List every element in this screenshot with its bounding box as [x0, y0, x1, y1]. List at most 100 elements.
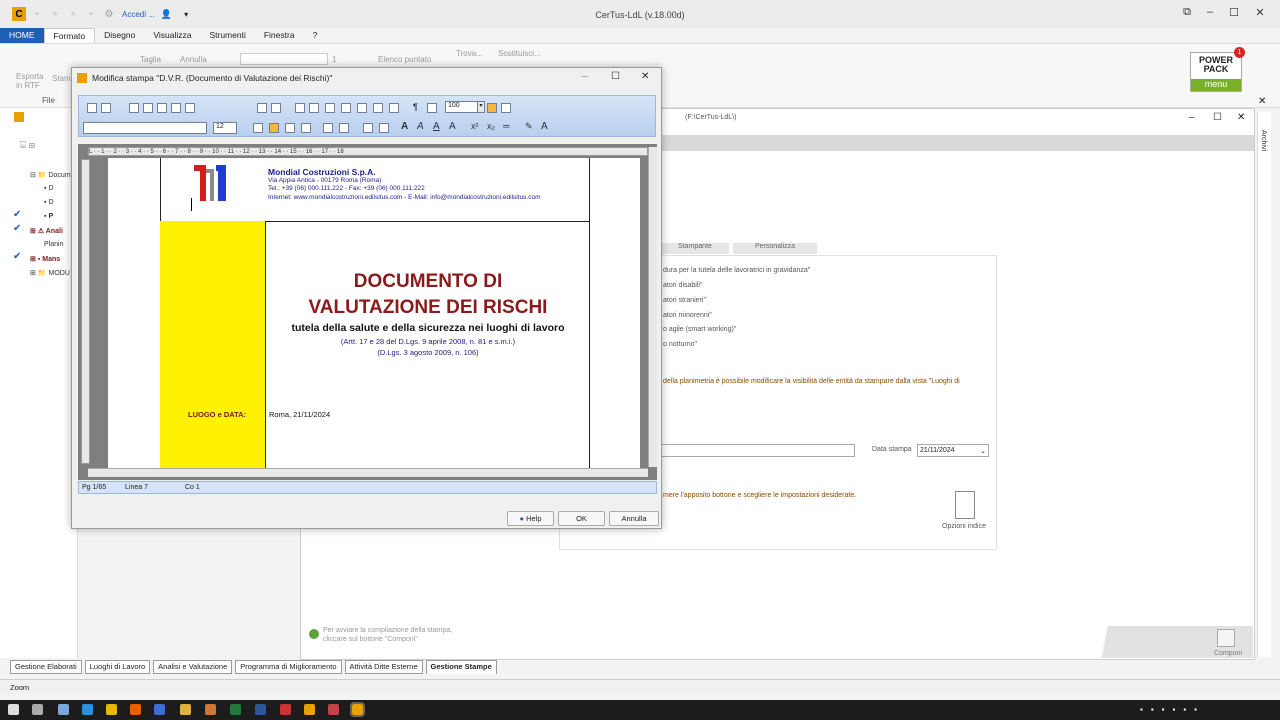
excel-icon[interactable]	[230, 704, 241, 715]
componi-button-label[interactable]: Componi	[1214, 650, 1242, 657]
power-pack-button[interactable]: POWER PACK menu 1	[1190, 47, 1245, 92]
horizontal-scrollbar[interactable]	[88, 468, 648, 477]
font-name-combo[interactable]	[83, 122, 207, 134]
app-icon[interactable]	[58, 704, 69, 715]
spin-value[interactable]: 1	[332, 55, 336, 64]
cut-button[interactable]: Taglia	[140, 55, 161, 64]
app-icon[interactable]	[328, 704, 339, 715]
close-button[interactable]: ✕	[1250, 6, 1270, 19]
dialog-minimize-button[interactable]: –	[582, 71, 588, 82]
header-icon[interactable]	[373, 103, 383, 113]
font-size-combo[interactable]: 12	[213, 122, 237, 134]
edge-icon[interactable]	[82, 704, 93, 715]
list-item[interactable]: o agile (smart working)"	[663, 326, 736, 333]
frame-icon[interactable]	[341, 103, 351, 113]
qa-dropdown-icon[interactable]: ▾	[184, 10, 188, 19]
word-icon[interactable]	[255, 704, 266, 715]
list-item[interactable]: o notturno"	[663, 341, 697, 348]
cancel-button[interactable]: Annulla	[609, 511, 659, 526]
tree-toolbar-icon[interactable]: ⌸ ⊞	[20, 140, 35, 151]
print-button[interactable]: Stam	[52, 74, 71, 83]
ok-button[interactable]: OK	[558, 511, 605, 526]
align-center-icon[interactable]	[269, 123, 279, 133]
print-icon[interactable]	[87, 103, 97, 113]
font-combo[interactable]	[240, 53, 328, 65]
tab-formato[interactable]: Formato	[43, 28, 96, 43]
tree-item[interactable]: ⊟ 📁 Docum	[30, 171, 71, 179]
find-button[interactable]: Trova...	[456, 49, 483, 58]
help-button[interactable]: ● Help	[507, 511, 554, 526]
date-input[interactable]: 21/11/2024 ⌄	[917, 444, 989, 457]
underline-icon[interactable]: A	[433, 121, 440, 132]
tab-gestione-stampe[interactable]: Gestione Stampe	[425, 660, 497, 674]
archive-sidebar[interactable]: Archivi	[1257, 112, 1271, 657]
object-icon[interactable]	[325, 103, 335, 113]
child-minimize-button[interactable]: –	[1189, 112, 1195, 123]
open-icon[interactable]: ▫	[48, 7, 62, 21]
tab-strumenti[interactable]: Strumenti	[200, 28, 254, 43]
image-icon[interactable]	[309, 103, 319, 113]
indent-icon[interactable]	[363, 123, 373, 133]
settings-icon[interactable]: ⚙	[102, 7, 116, 21]
start-icon[interactable]	[8, 704, 19, 715]
tab-luoghi-lavoro[interactable]: Luoghi di Lavoro	[84, 660, 151, 674]
subscript-icon[interactable]: x₂	[487, 121, 495, 131]
dialog-maximize-button[interactable]: ☐	[611, 71, 620, 82]
explorer-icon[interactable]	[180, 704, 191, 715]
tray-icons[interactable]: ▪▪▪▪▪▪	[1140, 705, 1270, 715]
taskview-icon[interactable]	[32, 704, 43, 715]
minimize-button[interactable]: –	[1200, 6, 1220, 18]
tab-disegno[interactable]: Disegno	[95, 28, 144, 43]
align-right-icon[interactable]	[285, 123, 295, 133]
bold-icon[interactable]: A	[401, 121, 408, 132]
certus-active-icon[interactable]	[350, 702, 365, 717]
tab-finestra[interactable]: Finestra	[255, 28, 304, 43]
column-icon[interactable]	[357, 103, 367, 113]
tab-programma-miglioramento[interactable]: Programma di Miglioramento	[235, 660, 342, 674]
ribbon-close-icon[interactable]: ✕	[1258, 96, 1266, 107]
restore-icon[interactable]: ⧉	[1177, 6, 1197, 19]
vertical-scrollbar[interactable]	[648, 147, 657, 467]
tab-stampante[interactable]: Stampante	[661, 243, 729, 254]
dialog-close-button[interactable]: ✕	[641, 71, 649, 82]
tab-analisi-valutazione[interactable]: Analisi e Valutazione	[153, 660, 233, 674]
tab-home[interactable]: HOME	[0, 28, 44, 43]
app-icon[interactable]	[280, 704, 291, 715]
bullet-list-button[interactable]: Elenco puntato	[378, 55, 431, 64]
outdent-icon[interactable]	[379, 123, 389, 133]
strike-icon[interactable]: A	[449, 121, 456, 132]
replace-button[interactable]: Sostituisci...	[498, 49, 541, 58]
horizontal-ruler[interactable]: L · · 1 · · 2 · · 3 · · 4 · · 5 · · 6 · …	[88, 147, 648, 156]
paste-icon[interactable]	[157, 103, 167, 113]
tab-gestione-elaborati[interactable]: Gestione Elaborati	[10, 660, 82, 674]
page-setup-icon[interactable]	[501, 103, 511, 113]
copy-icon[interactable]	[143, 103, 153, 113]
app-icon[interactable]	[205, 704, 216, 715]
firefox-icon[interactable]	[130, 704, 141, 715]
justify-icon[interactable]	[301, 123, 311, 133]
zoom-combo[interactable]: 100	[445, 101, 479, 113]
document-page[interactable]: Mondial Costruzioni S.p.A. Via Appia Ant…	[108, 158, 640, 468]
title-input[interactable]	[661, 444, 855, 457]
maximize-button[interactable]: ☐	[1224, 6, 1244, 19]
zoom-fit-icon[interactable]	[427, 103, 437, 113]
login-link[interactable]: Accedi ...	[122, 10, 155, 19]
tab-help[interactable]: ?	[304, 28, 327, 43]
cut-icon[interactable]	[129, 103, 139, 113]
tree-item[interactable]: ⊞ 📁 MODU	[30, 269, 70, 277]
table-icon[interactable]	[295, 103, 305, 113]
child-maximize-button[interactable]: ☐	[1213, 112, 1222, 123]
format-painter-icon[interactable]	[171, 103, 181, 113]
tab-attivita-ditte[interactable]: Attività Ditte Esterne	[344, 660, 423, 674]
certus-icon[interactable]	[304, 704, 315, 715]
superscript-icon[interactable]: x²	[471, 121, 479, 131]
child-close-button[interactable]: ✕	[1237, 112, 1245, 123]
tree-item[interactable]: ⊞ ▪ Mans	[30, 255, 60, 263]
tab-personalizza[interactable]: Personalizza	[733, 243, 817, 254]
list-item[interactable]: atori disabili"	[663, 282, 702, 289]
new-file-icon[interactable]: ▫	[30, 7, 44, 21]
preview-icon[interactable]	[101, 103, 111, 113]
pilcrow-icon[interactable]: ¶	[413, 102, 418, 112]
list-item[interactable]: dura per la tutela delle lavoratrici in …	[663, 267, 810, 274]
clock-icon[interactable]	[389, 103, 399, 113]
